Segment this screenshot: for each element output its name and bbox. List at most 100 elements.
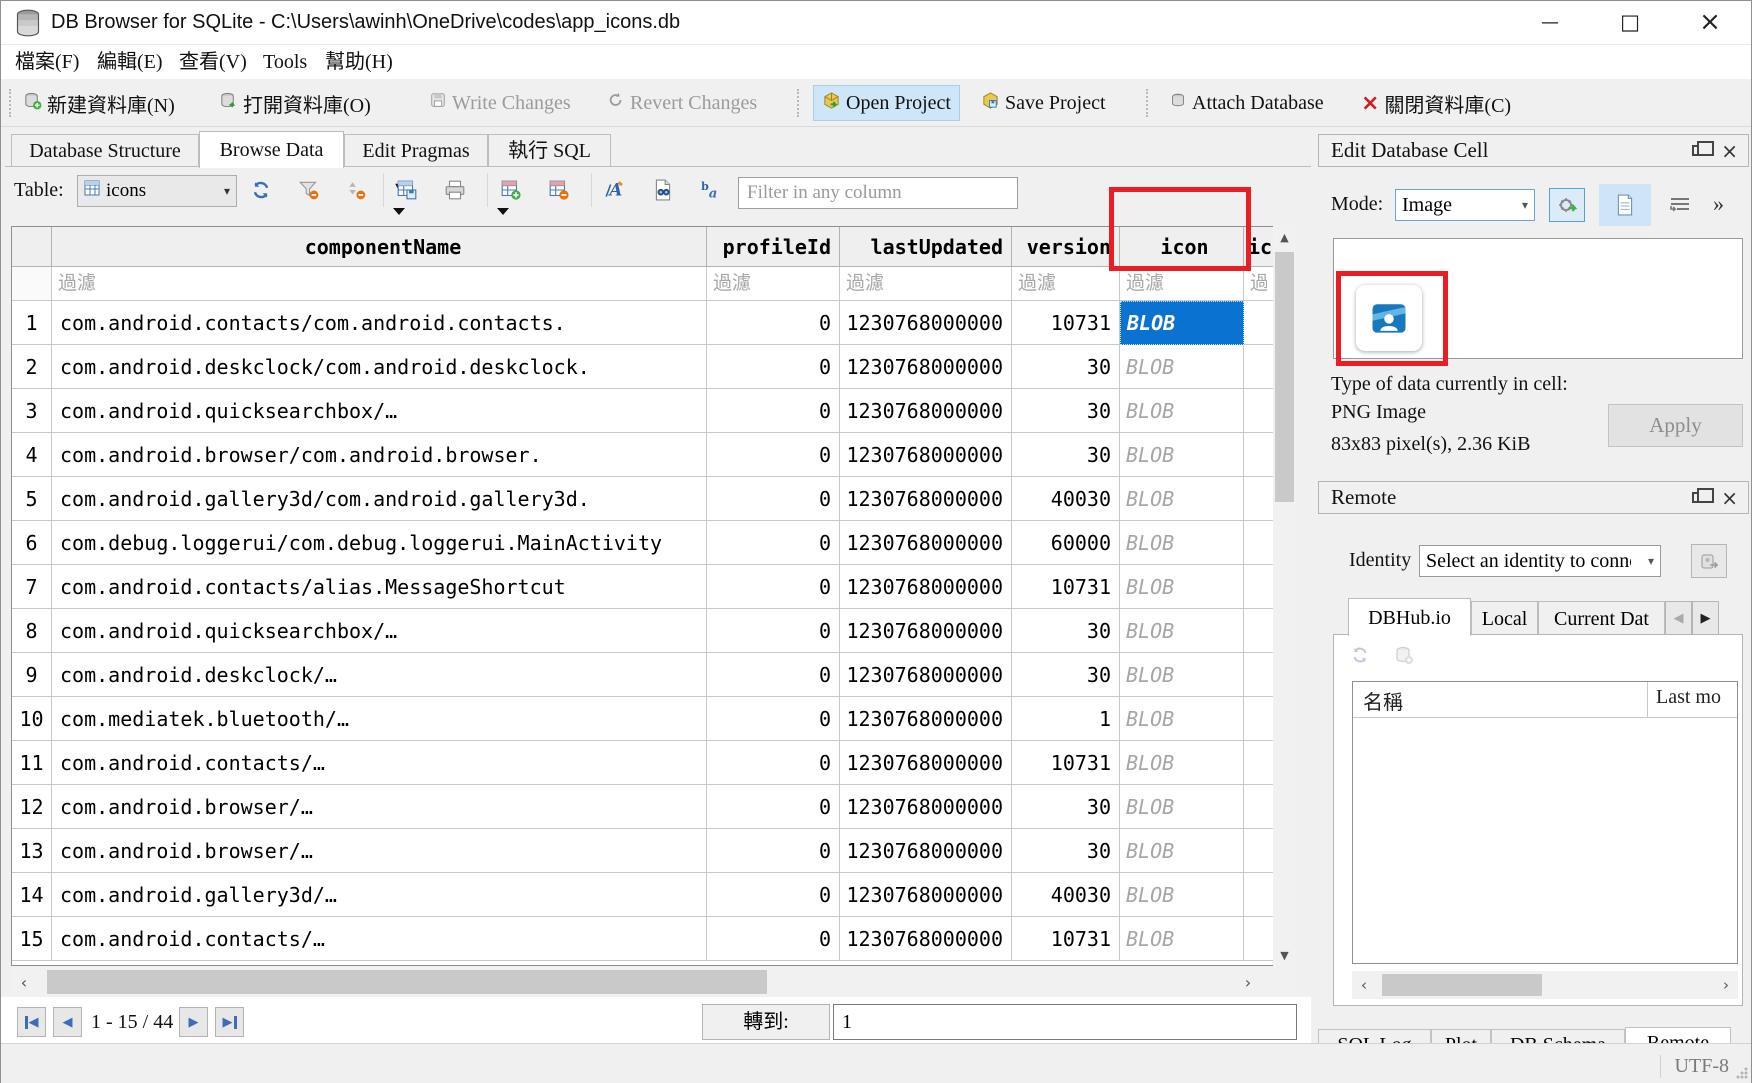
cell-lastUpdated[interactable]: 1230768000000 xyxy=(840,653,1012,697)
find-in-cells-button[interactable] xyxy=(647,174,679,206)
cell-componentName[interactable]: com.android.browser/… xyxy=(52,829,707,873)
scroll-right-icon[interactable]: › xyxy=(1235,967,1261,997)
tab-scroll-left-icon[interactable]: ◀ xyxy=(1665,601,1692,635)
font-settings-button[interactable]: A xyxy=(599,174,631,206)
replace-button[interactable]: ba xyxy=(695,174,727,206)
tab-browse-data[interactable]: Browse Data xyxy=(199,131,344,168)
menu-tools[interactable]: Tools xyxy=(257,49,313,75)
row-number[interactable]: 14 xyxy=(12,873,52,917)
scrollbar-thumb[interactable] xyxy=(1275,252,1294,502)
cell-componentName[interactable]: com.mediatek.bluetooth/… xyxy=(52,697,707,741)
cell-componentName[interactable]: com.android.contacts/alias.MessageShortc… xyxy=(52,565,707,609)
cell-lastUpdated[interactable]: 1230768000000 xyxy=(840,389,1012,433)
mode-combobox[interactable]: Image ▾ xyxy=(1395,189,1535,221)
scroll-up-icon[interactable]: ▲ xyxy=(1273,226,1296,248)
cell-componentName[interactable]: com.android.gallery3d/com.android.galler… xyxy=(52,477,707,521)
row-number[interactable]: 3 xyxy=(12,389,52,433)
cell-version[interactable]: 10731 xyxy=(1012,565,1120,609)
remote-tab-current-database[interactable]: Current Dat xyxy=(1538,601,1665,635)
more-buttons-chevron[interactable]: » xyxy=(1713,191,1724,217)
resize-grip[interactable] xyxy=(1736,1067,1748,1079)
remote-list-header-name[interactable]: 名稱 xyxy=(1353,682,1648,717)
minimize-button[interactable]: — xyxy=(1519,1,1581,44)
filter-input-icon[interactable] xyxy=(1120,267,1243,300)
cell-lastUpdated[interactable]: 1230768000000 xyxy=(840,301,1012,345)
cell-lastUpdated[interactable]: 1230768000000 xyxy=(840,697,1012,741)
menu-view[interactable]: 查看(V) xyxy=(173,49,253,75)
row-number[interactable]: 9 xyxy=(12,653,52,697)
row-number[interactable]: 1 xyxy=(12,301,52,345)
cell-lastUpdated[interactable]: 1230768000000 xyxy=(840,873,1012,917)
cell-icon[interactable]: BLOB xyxy=(1120,521,1244,565)
cell-partial[interactable] xyxy=(1244,917,1273,961)
goto-button[interactable]: 轉到: xyxy=(702,1004,830,1040)
cell-icon[interactable]: BLOB xyxy=(1120,477,1244,521)
last-record-button[interactable]: ▶ xyxy=(215,1007,244,1037)
tab-scroll-right-icon[interactable]: ▶ xyxy=(1692,601,1719,635)
cell-profileId[interactable]: 0 xyxy=(707,433,840,477)
cell-componentName[interactable]: com.android.deskclock/com.android.deskcl… xyxy=(52,345,707,389)
scroll-down-icon[interactable]: ▼ xyxy=(1273,944,1296,966)
cell-profileId[interactable]: 0 xyxy=(707,345,840,389)
new-database-button[interactable]: 新建資料庫(N) xyxy=(15,85,183,121)
cell-profileId[interactable]: 0 xyxy=(707,785,840,829)
column-header-lastUpdated[interactable]: lastUpdated xyxy=(840,227,1012,267)
filter-input-profileId[interactable] xyxy=(707,267,839,300)
document-view-button[interactable] xyxy=(1599,184,1651,226)
filter-input-version[interactable] xyxy=(1012,267,1119,300)
scrollbar-thumb[interactable] xyxy=(47,970,767,994)
save-project-button[interactable]: Save Project xyxy=(973,85,1114,121)
cell-lastUpdated[interactable]: 1230768000000 xyxy=(840,785,1012,829)
cell-version[interactable]: 10731 xyxy=(1012,917,1120,961)
print-button[interactable] xyxy=(439,174,471,206)
open-project-button[interactable]: Open Project xyxy=(813,85,960,121)
row-number[interactable]: 10 xyxy=(12,697,52,741)
remote-horizontal-scrollbar[interactable]: ‹ › xyxy=(1352,971,1738,999)
cell-profileId[interactable]: 0 xyxy=(707,389,840,433)
filter-any-column-input[interactable] xyxy=(738,177,1018,209)
column-header-profileId[interactable]: profileId xyxy=(707,227,840,267)
import-data-button[interactable] xyxy=(1549,188,1585,222)
cell-icon[interactable]: BLOB xyxy=(1120,873,1244,917)
menu-edit[interactable]: 編輯(E) xyxy=(91,49,169,75)
cell-lastUpdated[interactable]: 1230768000000 xyxy=(840,477,1012,521)
cell-version[interactable]: 30 xyxy=(1012,433,1120,477)
cell-profileId[interactable]: 0 xyxy=(707,697,840,741)
cell-version[interactable]: 10731 xyxy=(1012,741,1120,785)
column-header-componentName[interactable]: componentName xyxy=(52,227,707,267)
cell-version[interactable]: 1 xyxy=(1012,697,1120,741)
cell-componentName[interactable]: com.android.quicksearchbox/… xyxy=(52,609,707,653)
float-panel-icon[interactable] xyxy=(1692,145,1705,156)
grid-vertical-scrollbar[interactable]: ▲ ▼ xyxy=(1273,226,1296,966)
cell-icon[interactable]: BLOB xyxy=(1120,609,1244,653)
cell-componentName[interactable]: com.android.contacts/… xyxy=(52,917,707,961)
cell-icon[interactable]: BLOB xyxy=(1120,829,1244,873)
grid-horizontal-scrollbar[interactable]: ‹ › xyxy=(11,967,1296,997)
cell-lastUpdated[interactable]: 1230768000000 xyxy=(840,521,1012,565)
tab-database-structure[interactable]: Database Structure xyxy=(11,134,199,167)
maximize-button[interactable]: □ xyxy=(1599,1,1661,44)
manage-identities-button[interactable] xyxy=(1691,544,1727,578)
cell-profileId[interactable]: 0 xyxy=(707,917,840,961)
save-results-button[interactable] xyxy=(391,174,423,206)
cell-componentName[interactable]: com.android.deskclock/… xyxy=(52,653,707,697)
first-record-button[interactable]: ◀ xyxy=(17,1007,46,1037)
cell-version[interactable]: 40030 xyxy=(1012,477,1120,521)
close-panel-icon[interactable]: × xyxy=(1721,489,1738,507)
cell-componentName[interactable]: com.android.contacts/com.android.contact… xyxy=(52,301,707,345)
cell-profileId[interactable]: 0 xyxy=(707,477,840,521)
cell-version[interactable]: 40030 xyxy=(1012,873,1120,917)
row-number[interactable]: 5 xyxy=(12,477,52,521)
cell-partial[interactable] xyxy=(1244,389,1273,433)
cell-lastUpdated[interactable]: 1230768000000 xyxy=(840,345,1012,389)
cell-profileId[interactable]: 0 xyxy=(707,741,840,785)
cell-icon[interactable]: BLOB xyxy=(1120,697,1244,741)
row-number[interactable]: 15 xyxy=(12,917,52,961)
scroll-left-icon[interactable]: ‹ xyxy=(11,967,37,997)
cell-lastUpdated[interactable]: 1230768000000 xyxy=(840,433,1012,477)
identity-combobox[interactable]: Select an identity to conne ▾ xyxy=(1419,545,1661,577)
word-wrap-icon[interactable] xyxy=(1663,189,1697,221)
cell-componentName[interactable]: com.android.browser/com.android.browser. xyxy=(52,433,707,477)
cell-lastUpdated[interactable]: 1230768000000 xyxy=(840,565,1012,609)
row-number[interactable]: 12 xyxy=(12,785,52,829)
